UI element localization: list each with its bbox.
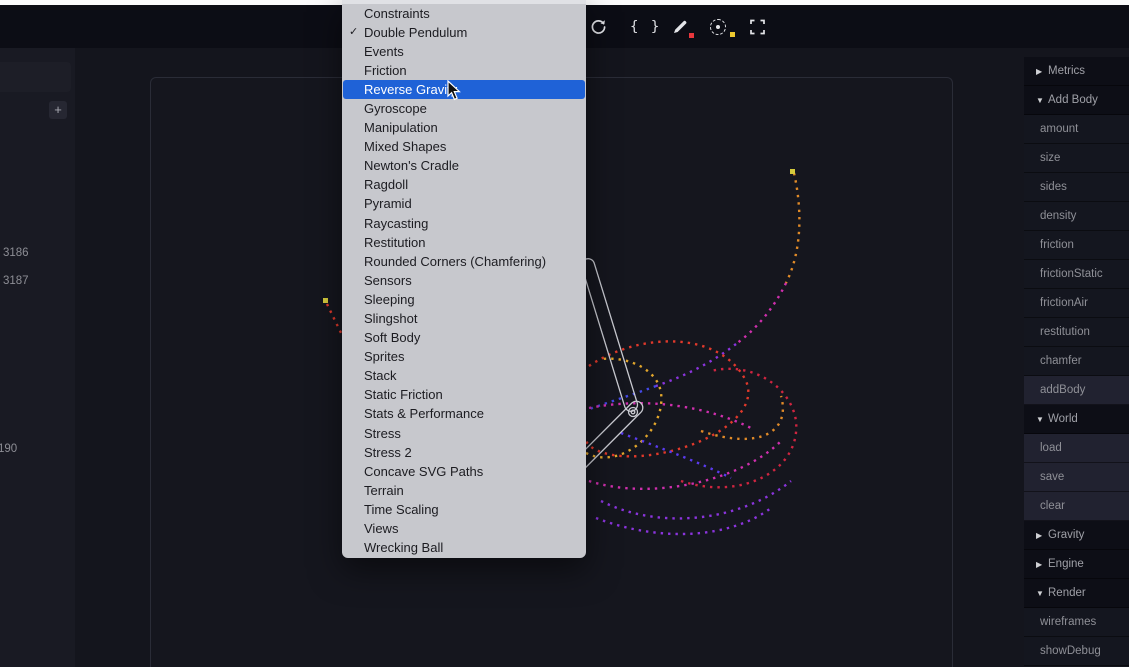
- menu-item[interactable]: Manipulation: [342, 118, 586, 137]
- menu-item[interactable]: Rounded Corners (Chamfering): [342, 252, 586, 271]
- menu-item[interactable]: Views: [342, 519, 586, 538]
- gui-row-frictionStatic[interactable]: frictionStatic: [1024, 260, 1129, 289]
- chevron-down-icon: ▼: [1036, 415, 1048, 424]
- menu-item[interactable]: Static Friction: [342, 385, 586, 404]
- menu-item[interactable]: Gyroscope: [342, 99, 586, 118]
- settings-button[interactable]: [710, 19, 726, 35]
- menu-item[interactable]: Ragdoll: [342, 175, 586, 194]
- menu-item[interactable]: Stats & Performance: [342, 404, 586, 423]
- gui-row-label: frictionStatic: [1040, 268, 1103, 280]
- chevron-right-icon: ▶: [1036, 531, 1048, 540]
- fullscreen-icon: [750, 19, 765, 34]
- menu-item[interactable]: Concave SVG Paths: [342, 462, 586, 481]
- gui-row-label: frictionAir: [1040, 297, 1088, 309]
- gui-row-label: Gravity: [1048, 529, 1084, 541]
- metric-value: 3187: [3, 275, 29, 287]
- left-panel: + 3186 3187 190: [0, 48, 75, 667]
- gui-row-label: chamfer: [1040, 355, 1082, 367]
- menu-item[interactable]: Slingshot: [342, 309, 586, 328]
- metric-value: 3186: [3, 247, 29, 259]
- gui-row-label: sides: [1040, 181, 1067, 193]
- gui-row-amount[interactable]: amount: [1024, 115, 1129, 144]
- refresh-icon: [590, 18, 607, 35]
- menu-item[interactable]: Wrecking Ball: [342, 538, 586, 557]
- gui-row-label: save: [1040, 471, 1064, 483]
- gui-folder-add-body[interactable]: ▼Add Body: [1024, 86, 1129, 115]
- gui-row-label: restitution: [1040, 326, 1090, 338]
- gui-row-save[interactable]: save: [1024, 463, 1129, 492]
- gui-row-label: showDebug: [1040, 645, 1101, 657]
- gui-row-restitution[interactable]: restitution: [1024, 318, 1129, 347]
- gui-row-showDebug[interactable]: showDebug: [1024, 637, 1129, 666]
- gui-row-label: friction: [1040, 239, 1074, 251]
- edit-badge-dot: [689, 33, 694, 38]
- menu-item[interactable]: Pyramid: [342, 194, 586, 213]
- chevron-right-icon: ▶: [1036, 67, 1048, 76]
- menu-item[interactable]: Sprites: [342, 347, 586, 366]
- menu-item[interactable]: Constraints: [342, 4, 586, 23]
- pencil-icon: [672, 19, 688, 35]
- gui-row-label: load: [1040, 442, 1062, 454]
- gui-row-label: clear: [1040, 500, 1065, 512]
- mouse-cursor: [447, 80, 462, 106]
- menu-item[interactable]: Sleeping: [342, 290, 586, 309]
- gui-row-load[interactable]: load: [1024, 434, 1129, 463]
- gui-row-label: density: [1040, 210, 1076, 222]
- gui-row-clear[interactable]: clear: [1024, 492, 1129, 521]
- edit-button[interactable]: [672, 19, 688, 35]
- menu-item[interactable]: Terrain: [342, 481, 586, 500]
- gui-row-label: Add Body: [1048, 94, 1098, 106]
- gui-row-addBody[interactable]: addBody: [1024, 376, 1129, 405]
- menu-item[interactable]: Stress: [342, 424, 586, 443]
- target-icon: [710, 19, 726, 35]
- menu-item[interactable]: Reverse Gravity: [343, 80, 585, 99]
- menu-item[interactable]: Friction: [342, 61, 586, 80]
- checkmark-icon: ✓: [349, 23, 358, 42]
- gui-row-wireframes[interactable]: wireframes: [1024, 608, 1129, 637]
- gui-row-frictionAir[interactable]: frictionAir: [1024, 289, 1129, 318]
- chevron-right-icon: ▶: [1036, 560, 1048, 569]
- gui-folder-world[interactable]: ▼World: [1024, 405, 1129, 434]
- gui-row-label: Metrics: [1048, 65, 1085, 77]
- gui-row-size[interactable]: size: [1024, 144, 1129, 173]
- menu-item[interactable]: Soft Body: [342, 328, 586, 347]
- gui-row-label: World: [1048, 413, 1078, 425]
- chevron-down-icon: ▼: [1036, 589, 1048, 598]
- add-button[interactable]: +: [49, 101, 67, 119]
- menu-item[interactable]: Raycasting: [342, 214, 586, 233]
- gui-folder-render[interactable]: ▼Render: [1024, 579, 1129, 608]
- gui-folder-gravity[interactable]: ▶Gravity: [1024, 521, 1129, 550]
- gui-row-chamfer[interactable]: chamfer: [1024, 347, 1129, 376]
- chevron-down-icon: ▼: [1036, 96, 1048, 105]
- gui-row-label: amount: [1040, 123, 1078, 135]
- menu-item[interactable]: Time Scaling: [342, 500, 586, 519]
- settings-badge-dot: [730, 32, 735, 37]
- menu-item[interactable]: Stress 2: [342, 443, 586, 462]
- gui-folder-engine[interactable]: ▶Engine: [1024, 550, 1129, 579]
- gui-row-label: addBody: [1040, 384, 1085, 396]
- refresh-button[interactable]: [590, 18, 607, 35]
- left-panel-box: [0, 62, 71, 92]
- menu-item[interactable]: Stack: [342, 366, 586, 385]
- gui-row-label: Engine: [1048, 558, 1084, 570]
- datgui-panel: ▶Metrics▼Add Bodyamountsizesidesdensityf…: [1024, 57, 1129, 667]
- gui-row-label: Render: [1048, 587, 1086, 599]
- metric-value: 190: [0, 443, 17, 455]
- gui-row-sides[interactable]: sides: [1024, 173, 1129, 202]
- menu-item[interactable]: ✓Double Pendulum: [342, 23, 586, 42]
- menu-item[interactable]: Newton's Cradle: [342, 156, 586, 175]
- code-icon[interactable]: { }: [630, 19, 661, 35]
- menu-item[interactable]: Events: [342, 42, 586, 61]
- menu-item[interactable]: Sensors: [342, 271, 586, 290]
- gui-row-label: wireframes: [1040, 616, 1096, 628]
- demo-select-dropdown: Constraints✓Double PendulumEventsFrictio…: [342, 0, 586, 558]
- gui-row-density[interactable]: density: [1024, 202, 1129, 231]
- gui-folder-metrics[interactable]: ▶Metrics: [1024, 57, 1129, 86]
- gui-row-friction[interactable]: friction: [1024, 231, 1129, 260]
- gui-row-label: size: [1040, 152, 1060, 164]
- menu-item[interactable]: Restitution: [342, 233, 586, 252]
- fullscreen-button[interactable]: [750, 19, 765, 34]
- menu-item[interactable]: Mixed Shapes: [342, 137, 586, 156]
